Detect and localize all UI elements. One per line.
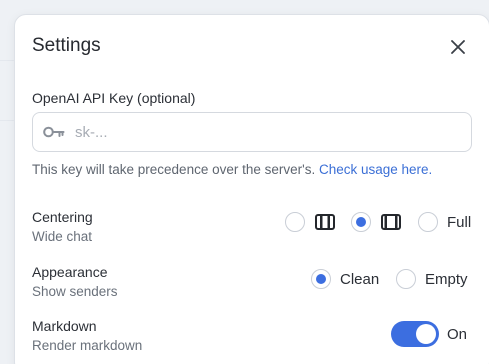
toggle-knob <box>416 324 436 344</box>
close-button[interactable] <box>447 36 469 58</box>
centering-option-medium[interactable] <box>351 212 401 232</box>
centering-option-narrow[interactable] <box>285 212 335 232</box>
markdown-toggle[interactable] <box>391 321 439 347</box>
api-key-label: OpenAI API Key (optional) <box>32 90 196 106</box>
centering-full-label: Full <box>447 213 472 231</box>
key-icon <box>43 126 65 138</box>
centering-label: Centering <box>32 209 93 225</box>
centering-radio-narrow[interactable] <box>285 212 305 232</box>
close-icon <box>451 40 465 54</box>
appearance-option-clean[interactable]: Clean <box>311 269 379 289</box>
appearance-label: Appearance <box>32 264 108 280</box>
api-key-helper: This key will take precedence over the s… <box>32 162 432 177</box>
markdown-toggle-label: On <box>447 326 468 343</box>
centering-sublabel: Wide chat <box>32 229 93 244</box>
centering-radio-full[interactable] <box>418 212 438 232</box>
appearance-option-empty[interactable]: Empty <box>396 269 468 289</box>
api-key-helper-text: This key will take precedence over the s… <box>32 162 316 177</box>
settings-dialog: Settings OpenAI API Key (optional) This … <box>14 14 489 364</box>
api-key-input[interactable] <box>75 123 471 141</box>
appearance-sublabel: Show senders <box>32 284 118 299</box>
appearance-empty-label: Empty <box>425 270 468 288</box>
markdown-label: Markdown <box>32 318 97 334</box>
dialog-title: Settings <box>32 35 101 56</box>
centering-radio-medium[interactable] <box>351 212 371 232</box>
medium-width-icon <box>381 214 401 230</box>
centering-option-full[interactable]: Full <box>418 212 471 232</box>
api-key-field[interactable] <box>32 112 472 152</box>
appearance-radio-clean[interactable] <box>311 269 331 289</box>
narrow-width-icon <box>315 214 335 230</box>
appearance-clean-label: Clean <box>340 270 380 288</box>
check-usage-link[interactable]: Check usage here. <box>319 162 432 177</box>
markdown-sublabel: Render markdown <box>32 338 143 353</box>
appearance-radio-empty[interactable] <box>396 269 416 289</box>
